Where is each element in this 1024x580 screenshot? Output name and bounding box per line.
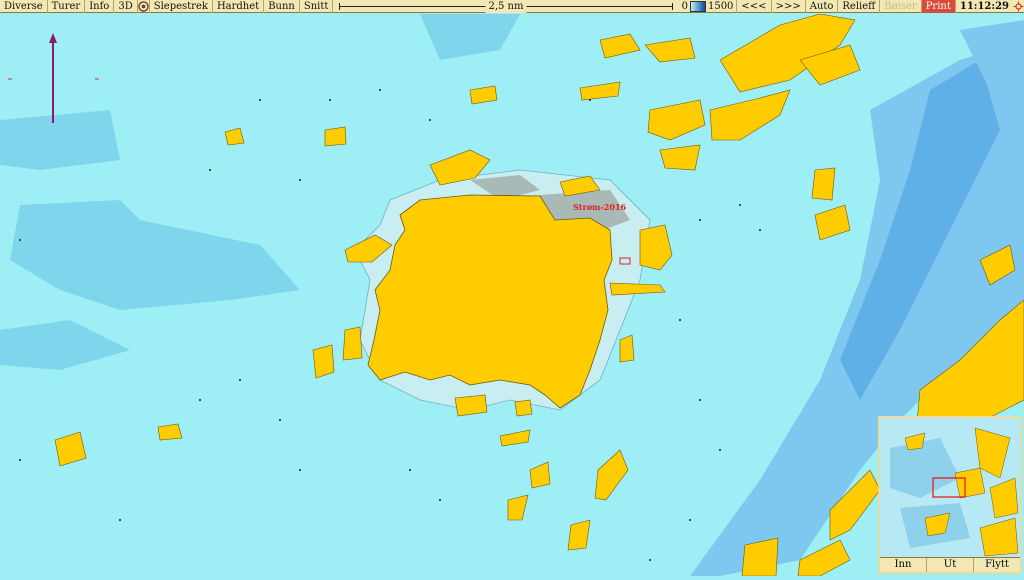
depth-gradient [689,0,706,12]
island [342,326,363,361]
deep-zone [0,110,120,170]
clock: 11:12:29 [959,0,1009,12]
overview-minimap[interactable]: Inn Ut Flytt [878,416,1022,574]
sun-icon[interactable] [1013,0,1024,13]
menu-hardhet[interactable]: Hardhet [213,0,265,13]
menu-info[interactable]: Info [85,0,115,13]
depth-max: 1500 [707,0,734,12]
move-button[interactable]: Flytt [974,558,1020,572]
island [811,167,836,201]
island [619,334,635,363]
menu-diverse[interactable]: Diverse [0,0,48,13]
island [454,394,488,417]
minimap-buttons: Inn Ut Flytt [880,557,1020,572]
boiser-button[interactable]: Bøiser [880,0,922,13]
target-icon[interactable] [137,0,150,13]
depth-min: 0 [681,0,688,12]
menu-bunn[interactable]: Bunn [264,0,300,13]
scale-label: 2,5 nm [485,0,527,13]
menu-snitt[interactable]: Snitt [300,0,334,13]
nav-next-button[interactable]: >>> [772,0,806,13]
island [157,423,183,441]
island [514,399,533,417]
menu-slepestrek[interactable]: Slepestrek [150,0,213,13]
print-button[interactable]: Print [921,0,956,13]
auto-button[interactable]: Auto [806,0,839,13]
minimap-canvas [880,418,1020,558]
place-label[interactable]: Strøm-2016 [573,202,627,212]
toolbar: Diverse Turer Info 3D Slepestrek Hardhet… [0,0,1024,13]
island [324,126,347,147]
chart-canvas: Strøm-2016 [0,13,1024,577]
zoom-in-button[interactable]: Inn [880,558,927,572]
depth-range[interactable]: 0 1500 [679,0,738,13]
island [312,344,335,379]
scale-bar: 2,5 nm [339,0,673,13]
chart-map[interactable]: Strøm-2016 [0,13,1024,577]
menu-turer[interactable]: Turer [48,0,86,13]
relieff-button[interactable]: Relieff [838,0,881,13]
menu-3d[interactable]: 3D [114,0,138,13]
nav-prev-button[interactable]: <<< [737,0,772,13]
zoom-out-button[interactable]: Ut [927,558,974,572]
